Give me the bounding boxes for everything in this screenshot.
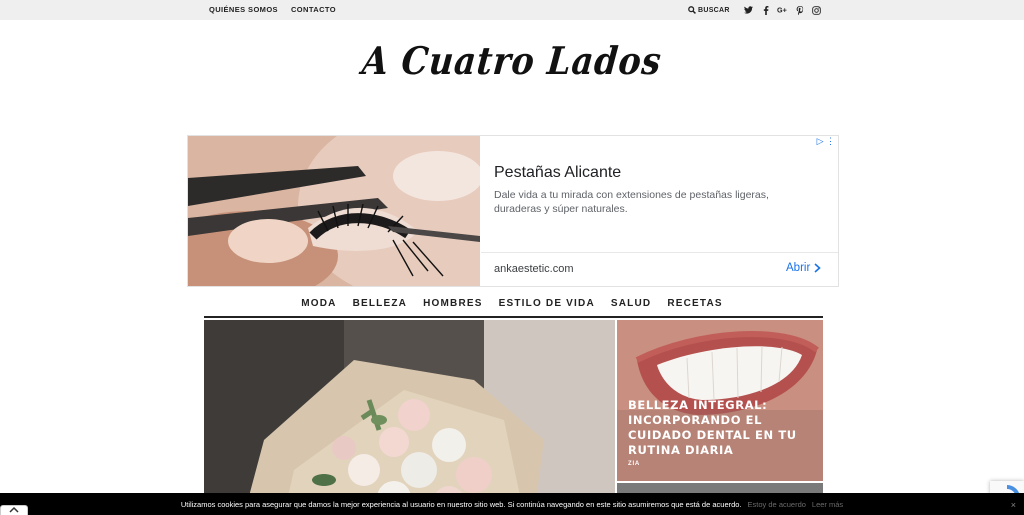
- site-logo-text: A Cuatro Lados: [360, 38, 664, 83]
- search-button[interactable]: BUSCAR: [688, 6, 730, 14]
- site-logo[interactable]: A Cuatro Lados: [0, 38, 1024, 83]
- nav-salud[interactable]: SALUD: [611, 298, 651, 309]
- featured-article-main[interactable]: [204, 320, 615, 515]
- side-article-title[interactable]: BELLEZA INTEGRAL: INCORPORANDO EL CUIDAD…: [628, 398, 818, 458]
- nav-recetas[interactable]: RECETAS: [667, 298, 722, 309]
- ad-choices-icon[interactable]: ▷ ⋮: [817, 136, 835, 147]
- chevron-up-icon: [9, 506, 19, 513]
- ad-image[interactable]: [188, 136, 480, 286]
- side-article-author[interactable]: ZIA: [628, 461, 640, 467]
- ad-divider: [481, 252, 838, 253]
- cookie-more-link[interactable]: Leer más: [812, 500, 843, 509]
- ad-title[interactable]: Pestañas Alicante: [494, 164, 621, 182]
- nav-belleza[interactable]: BELLEZA: [353, 298, 408, 309]
- top-nav: QUIÉNES SOMOS CONTACTO: [209, 5, 336, 14]
- top-bar: QUIÉNES SOMOS CONTACTO BUSCAR G+: [0, 0, 1024, 20]
- ad-description: Dale vida a tu mirada con extensiones de…: [494, 189, 769, 215]
- google-plus-icon[interactable]: G+: [777, 4, 789, 16]
- main-nav: MODA BELLEZA HOMBRES ESTILO DE VIDA SALU…: [0, 298, 1024, 309]
- instagram-icon[interactable]: [811, 4, 823, 16]
- scroll-top-button[interactable]: [0, 505, 28, 515]
- search-icon: [688, 6, 696, 14]
- svg-text:G+: G+: [777, 6, 787, 14]
- top-bar-actions: BUSCAR G+: [688, 4, 828, 16]
- ad-open-button[interactable]: Abrir: [786, 262, 821, 274]
- ad-banner[interactable]: ▷ ⋮ Pestañas Alicante Dale vida a tu mir…: [187, 135, 839, 287]
- nav-hombres[interactable]: HOMBRES: [423, 298, 483, 309]
- ad-url[interactable]: ankaestetic.com: [494, 263, 573, 275]
- ad-image-graphic: [188, 136, 480, 286]
- featured-article-side[interactable]: BELLEZA INTEGRAL: INCORPORANDO EL CUIDAD…: [617, 320, 823, 481]
- pinterest-icon[interactable]: [794, 4, 806, 16]
- search-label: BUSCAR: [698, 6, 730, 14]
- facebook-icon[interactable]: [760, 4, 772, 16]
- ad-open-label: Abrir: [786, 262, 811, 274]
- cookie-message: Utilizamos cookies para asegurar que dam…: [180, 499, 742, 509]
- top-nav-quienes-somos[interactable]: QUIÉNES SOMOS: [209, 5, 278, 14]
- close-icon[interactable]: ×: [1011, 500, 1016, 510]
- nav-moda[interactable]: MODA: [301, 298, 336, 309]
- cookie-bar: Utilizamos cookies para asegurar que dam…: [0, 493, 1024, 515]
- cookie-accept-button[interactable]: Estoy de acuerdo: [748, 500, 806, 509]
- chevron-right-icon: [814, 263, 821, 273]
- nav-divider: [204, 316, 823, 318]
- featured-image-flowers: [204, 320, 615, 515]
- nav-estilo-de-vida[interactable]: ESTILO DE VIDA: [499, 298, 595, 309]
- twitter-icon[interactable]: [743, 4, 755, 16]
- top-nav-contacto[interactable]: CONTACTO: [291, 5, 336, 14]
